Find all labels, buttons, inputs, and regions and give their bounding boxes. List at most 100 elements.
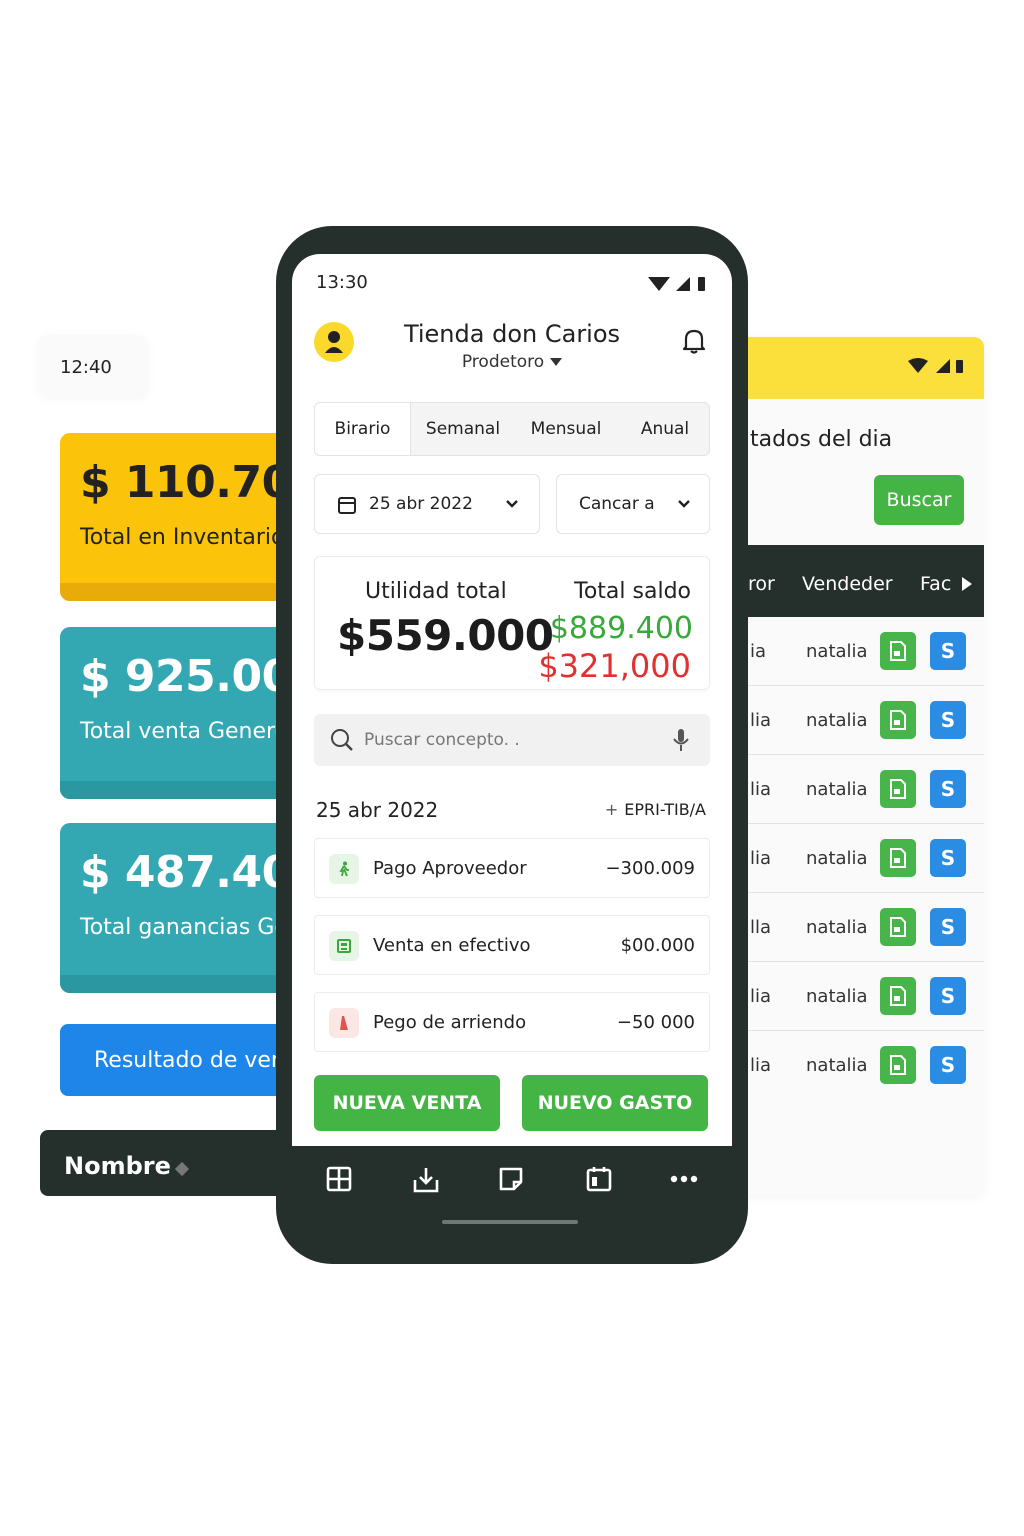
action-s-button[interactable]: S bbox=[930, 1046, 966, 1084]
list-filter[interactable]: + EPRI-TIB/A bbox=[605, 800, 706, 819]
sales-result-button[interactable]: Resultado de ven bbox=[60, 1024, 290, 1096]
saldo-label: Total saldo bbox=[574, 579, 691, 604]
tab-anual[interactable]: Anual bbox=[619, 403, 711, 455]
scroll-right-icon bbox=[962, 577, 972, 591]
document-icon bbox=[890, 1055, 906, 1075]
caret-down-icon bbox=[550, 358, 563, 366]
inventory-total-card[interactable]: $ 110.708. Total en Inventario bbox=[60, 433, 290, 601]
utilidad-value: $559.000 bbox=[337, 611, 554, 660]
results-table-header: ror Vendeder Fac bbox=[730, 545, 984, 617]
calendar-nav-icon[interactable] bbox=[586, 1166, 612, 1192]
calendar-icon bbox=[338, 497, 356, 514]
utilidad-label: Utilidad total bbox=[365, 579, 507, 604]
tab-mensual[interactable]: Mensual bbox=[515, 403, 617, 455]
table-row: lia natalia S bbox=[730, 824, 984, 893]
sales-total-label: Total venta Genero bbox=[80, 719, 289, 744]
chevron-down-icon bbox=[678, 500, 690, 508]
document-icon bbox=[890, 917, 906, 937]
transaction-description: Pago Aproveedor bbox=[373, 858, 527, 879]
more-icon[interactable] bbox=[670, 1174, 698, 1184]
row-seller-cell: natalia bbox=[806, 848, 868, 869]
invoice-doc-button[interactable] bbox=[880, 1046, 916, 1084]
document-icon bbox=[890, 779, 906, 799]
invoice-doc-button[interactable] bbox=[880, 839, 916, 877]
row-seller-cell: natalia bbox=[806, 986, 868, 1007]
invoice-doc-button[interactable] bbox=[880, 977, 916, 1015]
home-indicator[interactable] bbox=[442, 1220, 578, 1224]
row-name-cell: lia bbox=[750, 779, 772, 800]
secondary-select[interactable]: Cancar a bbox=[556, 474, 710, 534]
rent-icon bbox=[329, 1008, 359, 1038]
profit-total-card[interactable]: $ 487.400 Total ganancias Ge bbox=[60, 823, 290, 993]
action-s-button[interactable]: S bbox=[930, 770, 966, 808]
download-icon[interactable] bbox=[412, 1166, 440, 1194]
list-date-heading: 25 abr 2022 bbox=[316, 798, 439, 822]
note-icon[interactable] bbox=[498, 1166, 524, 1192]
invoice-doc-button[interactable] bbox=[880, 632, 916, 670]
saldo-positive-value: $889.400 bbox=[549, 611, 693, 646]
column-header-seller: Vendeder bbox=[802, 573, 893, 595]
action-s-button[interactable]: S bbox=[930, 908, 966, 946]
card-footer-strip bbox=[60, 781, 290, 799]
row-name-cell: lia bbox=[750, 848, 772, 869]
row-name-cell: ia bbox=[750, 641, 767, 662]
transaction-amount: $00.000 bbox=[620, 935, 695, 956]
tab-semanal[interactable]: Semanal bbox=[413, 403, 513, 455]
invoice-doc-button[interactable] bbox=[880, 770, 916, 808]
profit-total-amount: $ 487.400 bbox=[80, 847, 290, 898]
transaction-item[interactable]: Venta en efectivo $00.000 bbox=[314, 915, 710, 975]
document-icon bbox=[890, 848, 906, 868]
row-name-cell: lia bbox=[750, 710, 772, 731]
store-subtitle-dropdown[interactable]: Prodetoro bbox=[292, 352, 732, 372]
person-walking-icon bbox=[329, 854, 359, 884]
table-header-nombre[interactable]: Nombre bbox=[40, 1130, 290, 1196]
tab-birario[interactable]: Birario bbox=[315, 403, 411, 455]
table-row: lia natalia S bbox=[730, 962, 984, 1031]
daily-results-panel: tados del dia Buscar ror Vendeder Fac ia… bbox=[730, 337, 984, 1195]
profit-total-label: Total ganancias Ge bbox=[80, 915, 288, 940]
row-seller-cell: natalia bbox=[806, 1055, 868, 1076]
summary-card: Utilidad total $559.000 Total saldo $889… bbox=[314, 556, 710, 690]
sales-total-card[interactable]: $ 925.000 Total venta Genero bbox=[60, 627, 290, 799]
action-s-button[interactable]: S bbox=[930, 701, 966, 739]
inventory-total-amount: $ 110.708. bbox=[80, 457, 290, 508]
invoice-doc-button[interactable] bbox=[880, 701, 916, 739]
left-status-bar: 12:40 bbox=[38, 335, 148, 397]
period-tabs: Birario Semanal Mensual Anual bbox=[314, 402, 710, 456]
document-icon bbox=[890, 710, 906, 730]
transaction-amount: −50 000 bbox=[616, 1012, 695, 1033]
transaction-item[interactable]: Pago Aproveedor −300.009 bbox=[314, 838, 710, 898]
sales-total-amount: $ 925.000 bbox=[80, 651, 290, 702]
table-row: ia natalia S bbox=[730, 617, 984, 686]
wifi-signal-battery-icon bbox=[648, 277, 705, 291]
search-icon bbox=[331, 729, 353, 751]
register-icon bbox=[329, 931, 359, 961]
transaction-description: Venta en efectivo bbox=[373, 935, 531, 956]
date-select[interactable]: 25 abr 2022 bbox=[314, 474, 540, 534]
action-s-button[interactable]: S bbox=[930, 632, 966, 670]
right-status-icons bbox=[906, 357, 968, 379]
grid-icon[interactable] bbox=[326, 1166, 352, 1192]
invoice-doc-button[interactable] bbox=[880, 908, 916, 946]
plus-icon: + bbox=[604, 800, 619, 819]
column-header-invoice: Fac bbox=[920, 573, 952, 595]
bell-icon[interactable] bbox=[682, 328, 706, 358]
transaction-item[interactable]: Pego de arriendo −50 000 bbox=[314, 992, 710, 1052]
sort-icon bbox=[174, 1161, 189, 1177]
new-expense-button[interactable]: NUEVO GASTO bbox=[522, 1075, 708, 1131]
store-title: Tienda don Carios bbox=[403, 320, 621, 348]
row-name-cell: lla bbox=[750, 917, 772, 938]
row-seller-cell: natalia bbox=[806, 779, 868, 800]
signal-battery-icon bbox=[908, 358, 963, 373]
action-s-button[interactable]: S bbox=[930, 977, 966, 1015]
new-sale-button[interactable]: NUEVA VENTA bbox=[314, 1075, 500, 1131]
row-seller-cell: natalia bbox=[806, 917, 868, 938]
date-select-value: 25 abr 2022 bbox=[369, 494, 473, 514]
row-seller-cell: natalia bbox=[806, 710, 868, 731]
daily-results-title: tados del dia bbox=[750, 427, 893, 452]
action-s-button[interactable]: S bbox=[930, 839, 966, 877]
right-status-bar bbox=[730, 337, 984, 399]
transaction-description: Pego de arriendo bbox=[373, 1012, 527, 1033]
search-button[interactable]: Buscar bbox=[874, 475, 964, 525]
search-input[interactable] bbox=[364, 724, 664, 756]
